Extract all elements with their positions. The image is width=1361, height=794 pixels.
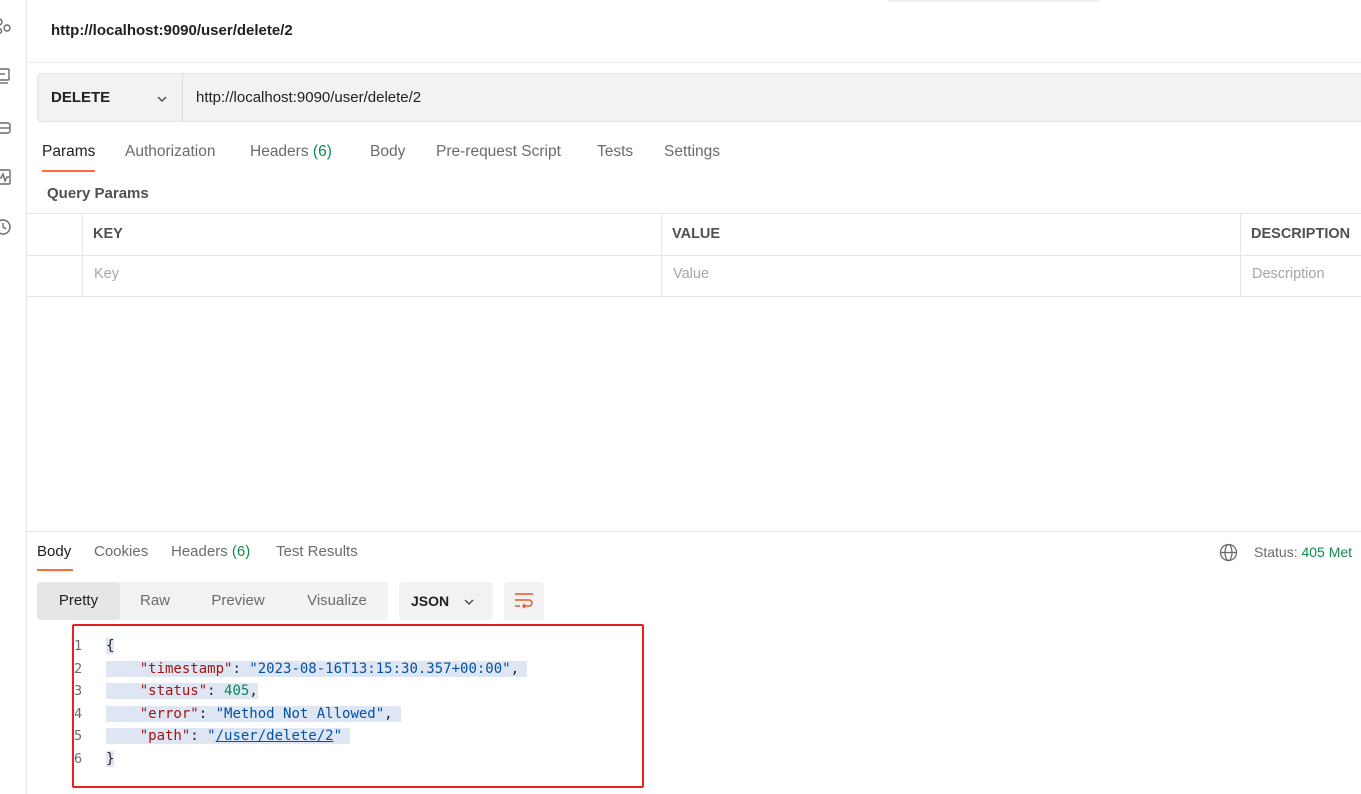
sidebar-rail — [0, 0, 27, 794]
globe-icon[interactable] — [1219, 543, 1238, 562]
response-tab-body[interactable]: Body — [37, 543, 71, 560]
response-tab-headers[interactable]: Headers (6) — [171, 543, 250, 560]
url-input[interactable]: http://localhost:9090/user/delete/2 — [196, 89, 421, 106]
key-input[interactable]: Key — [94, 266, 119, 282]
response-tab-cookies[interactable]: Cookies — [94, 543, 148, 560]
environments-icon[interactable] — [0, 67, 12, 85]
view-preview-button[interactable]: Preview — [197, 582, 279, 620]
history-icon[interactable] — [0, 218, 12, 236]
view-pretty-button[interactable]: Pretty — [37, 582, 120, 620]
wrap-lines-icon — [515, 593, 533, 609]
tab-label: Cookies — [94, 543, 149, 560]
tab-authorization[interactable]: Authorization — [125, 143, 215, 161]
table-border — [82, 213, 83, 297]
table-border — [26, 213, 1361, 214]
chevron-down-icon — [156, 92, 168, 104]
value-input[interactable]: Value — [673, 266, 709, 282]
method-label: DELETE — [51, 89, 111, 106]
table-border — [26, 296, 1361, 297]
response-tab-test-results[interactable]: Test Results — [276, 543, 358, 560]
tab-label: Body — [370, 143, 406, 160]
description-input[interactable]: Description — [1252, 266, 1325, 282]
tab-label: Headers — [171, 543, 228, 560]
monitors-icon[interactable] — [0, 168, 12, 186]
view-visualize-button[interactable]: Visualize — [292, 582, 382, 620]
mock-servers-icon[interactable] — [0, 118, 12, 136]
tab-strip-indicator — [888, 0, 1100, 2]
request-bar: DELETE http://localhost:9090/user/delete… — [37, 73, 1361, 122]
headers-count: (6) — [312, 143, 332, 160]
wrap-lines-button[interactable] — [504, 582, 544, 620]
active-tab-underline — [42, 170, 95, 172]
chevron-down-icon — [463, 595, 475, 607]
column-header-value: VALUE — [672, 226, 721, 242]
tab-headers[interactable]: Headers (6) — [250, 143, 332, 161]
apis-icon[interactable] — [0, 17, 12, 35]
method-select[interactable]: DELETE — [38, 74, 183, 121]
tab-label: Headers — [250, 143, 309, 160]
tab-settings[interactable]: Settings — [664, 143, 720, 161]
tab-body[interactable]: Body — [370, 143, 405, 161]
request-tab-title[interactable]: http://localhost:9090/user/delete/2 — [51, 22, 293, 39]
query-params-table: KEY VALUE DESCRIPTION Key Value Descript… — [26, 213, 1361, 297]
format-label: JSON — [411, 593, 450, 609]
query-params-title: Query Params — [47, 185, 149, 202]
tab-pre-request-script[interactable]: Pre-request Script — [436, 143, 561, 161]
response-status[interactable]: Status: 405 Met — [1254, 544, 1352, 560]
highlight-annotation-box — [72, 624, 644, 788]
tab-label: Body — [37, 543, 72, 560]
table-border — [26, 255, 1361, 256]
tab-params[interactable]: Params — [42, 143, 95, 161]
tab-label: Authorization — [125, 143, 216, 160]
active-tab-underline — [37, 569, 73, 571]
divider — [26, 62, 1361, 63]
tab-label: Pre-request Script — [436, 143, 561, 160]
column-header-key: KEY — [93, 226, 123, 242]
table-border — [661, 213, 662, 297]
status-code: 405 Met — [1301, 544, 1353, 560]
response-divider[interactable] — [26, 531, 1361, 532]
table-border — [1240, 213, 1241, 297]
tab-label: Tests — [597, 143, 634, 160]
format-select[interactable]: JSON — [399, 582, 493, 620]
headers-count: (6) — [231, 543, 251, 560]
view-raw-button[interactable]: Raw — [125, 582, 185, 620]
view-mode-group: Pretty Raw Preview Visualize — [37, 582, 388, 620]
status-label: Status: — [1254, 544, 1298, 560]
column-header-description: DESCRIPTION — [1251, 226, 1351, 242]
tab-label: Settings — [664, 143, 721, 160]
tab-label: Test Results — [276, 543, 358, 560]
tab-tests[interactable]: Tests — [597, 143, 633, 161]
tab-label: Params — [42, 143, 96, 160]
